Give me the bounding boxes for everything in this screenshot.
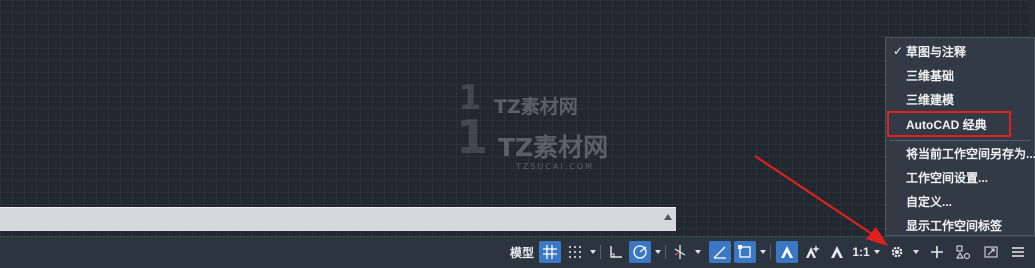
chevron-down-icon[interactable] xyxy=(913,250,919,254)
polar-tracking-icon xyxy=(633,245,647,259)
menu-item-workspace-settings[interactable]: 工作空间设置... xyxy=(906,169,988,187)
snap-button[interactable] xyxy=(564,241,586,263)
isodraft-icon xyxy=(674,245,686,259)
angle-icon xyxy=(713,246,726,259)
annotation-scale-button[interactable] xyxy=(826,241,848,263)
object-snap-button[interactable] xyxy=(734,241,756,263)
highlight-box xyxy=(887,111,1011,137)
workspace-switch-button[interactable] xyxy=(886,241,908,263)
isolate-objects-icon xyxy=(956,245,970,259)
menu-item-3d-basics[interactable]: 三维基础 xyxy=(906,67,954,85)
grid-button[interactable] xyxy=(539,241,561,263)
chevron-down-icon[interactable] xyxy=(760,250,766,254)
menu-item-customize[interactable]: 自定义... xyxy=(906,193,952,211)
object-snap-icon xyxy=(738,245,751,258)
ortho-button[interactable] xyxy=(605,241,627,263)
chevron-down-icon[interactable] xyxy=(655,250,661,254)
object-snap-tracking-button[interactable] xyxy=(709,241,731,263)
menu-item-save-workspace-as[interactable]: 将当前工作空间另存为... xyxy=(906,145,1035,163)
command-history-up-icon[interactable] xyxy=(664,214,672,220)
divider xyxy=(665,245,666,259)
chevron-down-icon[interactable] xyxy=(695,250,701,254)
status-bar: 模型 1:1 xyxy=(0,236,1035,268)
menu-item-drafting-annotation[interactable]: 草图与注释 xyxy=(906,43,966,61)
model-space-button[interactable]: 模型 xyxy=(508,241,536,263)
polar-tracking-button[interactable] xyxy=(629,241,651,263)
watermark-large: 1 TZ素材网 TZSUCAI.COM xyxy=(456,110,609,171)
annotation-visibility-button[interactable] xyxy=(776,241,798,263)
isolate-objects-button[interactable] xyxy=(952,241,974,263)
isodraft-button[interactable] xyxy=(669,241,691,263)
customization-menu-button[interactable] xyxy=(1007,241,1029,263)
plus-icon xyxy=(931,246,943,258)
auto-scale-button[interactable] xyxy=(801,241,823,263)
watermark-logo-icon: 1 xyxy=(456,110,489,164)
gear-icon xyxy=(891,246,903,258)
ortho-icon xyxy=(610,246,622,258)
divider xyxy=(770,245,771,259)
hamburger-menu-icon xyxy=(1012,247,1024,257)
annotation-autoscale-icon xyxy=(806,245,820,258)
command-line[interactable] xyxy=(0,207,676,231)
annotation-monitor-button[interactable] xyxy=(926,241,948,263)
menu-item-show-workspace-label[interactable]: 显示工作空间标签 xyxy=(906,217,1002,235)
menu-item-3d-modeling[interactable]: 三维建模 xyxy=(906,91,954,109)
fullscreen-icon xyxy=(984,246,998,258)
snap-dots-icon xyxy=(569,246,581,258)
chevron-down-icon[interactable] xyxy=(874,250,880,254)
annotation-icon xyxy=(831,246,843,258)
annotation-scale-icon xyxy=(781,246,793,258)
chevron-down-icon[interactable] xyxy=(590,250,596,254)
menu-divider xyxy=(890,140,1030,141)
check-icon: ✓ xyxy=(893,44,904,58)
grid-icon xyxy=(543,245,557,259)
fullscreen-button[interactable] xyxy=(980,241,1002,263)
divider xyxy=(600,245,601,259)
scale-value[interactable]: 1:1 xyxy=(850,241,872,263)
